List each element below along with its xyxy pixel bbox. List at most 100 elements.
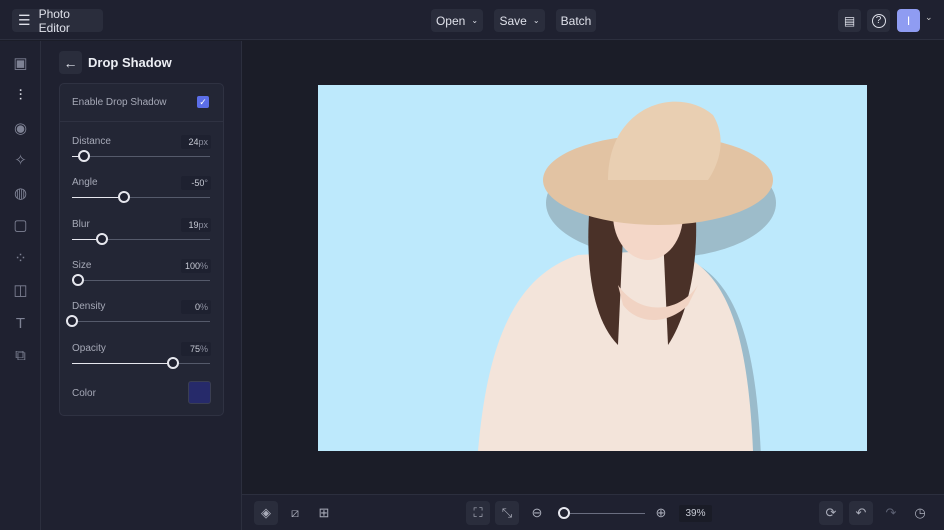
- slider-track[interactable]: [72, 232, 210, 245]
- slider-value-field[interactable]: -50°: [181, 176, 211, 191]
- chevron-down-icon: ⌄: [532, 16, 540, 25]
- layers-button[interactable]: ◈: [254, 501, 278, 525]
- drop-shadow-card: Enable Drop Shadow ✓ Distance 24px Angle…: [59, 83, 224, 416]
- slider-value-field[interactable]: 0%: [181, 300, 211, 315]
- slider-track[interactable]: [72, 191, 210, 204]
- fit-screen-button[interactable]: ⛶: [466, 501, 490, 525]
- slider-knob[interactable]: [66, 315, 78, 328]
- slider-value: 19: [188, 219, 199, 230]
- tool-rail: ▣ ⫶ ◉ ✧ ◍ ▢ ⁘ ◫ T ⧉: [0, 41, 41, 530]
- slider-value-field[interactable]: 100%: [181, 258, 211, 273]
- slider-label: Distance: [72, 136, 111, 147]
- slider-track[interactable]: [72, 150, 210, 162]
- image-canvas[interactable]: [318, 85, 867, 451]
- slider-value-field[interactable]: 24px: [181, 135, 211, 149]
- top-bar: ☰ Photo Editor Open ⌄ Save ⌄ Batch ▤ ? I ⌄: [0, 0, 944, 40]
- feedback-button[interactable]: ▤: [838, 9, 861, 32]
- zoom-slider[interactable]: [558, 507, 645, 519]
- crop-button[interactable]: ⧄: [283, 501, 307, 525]
- slider-unit: px: [198, 137, 208, 147]
- zoom-slider-knob[interactable]: [558, 507, 571, 519]
- text-icon[interactable]: T: [12, 315, 29, 332]
- actual-size-button[interactable]: ⤡: [495, 501, 519, 525]
- comment-icon: ▤: [843, 13, 856, 28]
- slider-knob[interactable]: [118, 191, 131, 204]
- save-button[interactable]: Save ⌄: [494, 9, 545, 32]
- back-button[interactable]: ←: [59, 51, 82, 74]
- slider-track[interactable]: [71, 273, 210, 286]
- slider-value: 24: [188, 137, 199, 147]
- redo-icon: ↷: [885, 505, 897, 520]
- slider-label: Size: [72, 259, 92, 271]
- undo-icon: ↶: [855, 505, 867, 520]
- divider: [60, 121, 223, 122]
- batch-label: Batch: [560, 13, 592, 28]
- slider-unit: %: [199, 302, 208, 313]
- slider-unit: °: [204, 178, 208, 189]
- layers-icon: ◈: [261, 505, 271, 520]
- photo-subject: [478, 101, 776, 451]
- panel-title: Drop Shadow: [88, 55, 172, 70]
- slider-label: Blur: [72, 218, 90, 230]
- slider-fill: [72, 197, 125, 199]
- undo-button[interactable]: ↶: [849, 501, 873, 525]
- zoom-out-button[interactable]: ⊖: [525, 501, 549, 525]
- color-swatch[interactable]: [188, 381, 211, 404]
- color-label: Color: [72, 388, 96, 399]
- slider-value-field[interactable]: 75%: [181, 341, 211, 356]
- zoom-in-button[interactable]: ⊕: [649, 501, 673, 525]
- avatar-initial: I: [906, 13, 911, 28]
- save-label: Save: [499, 13, 527, 28]
- overlay-icon[interactable]: ⧉: [12, 347, 29, 364]
- slider-track[interactable]: [66, 315, 210, 328]
- slider-value: -50: [191, 178, 205, 189]
- slider-knob[interactable]: [78, 150, 91, 162]
- crop-icon: ⧄: [290, 505, 300, 520]
- app-title: Photo Editor: [38, 6, 70, 35]
- open-button[interactable]: Open ⌄: [431, 9, 483, 32]
- help-button[interactable]: ?: [867, 9, 890, 32]
- effects-icon[interactable]: ✧: [12, 152, 29, 169]
- eye-icon[interactable]: ◉: [12, 120, 29, 137]
- help-icon: ?: [871, 13, 886, 28]
- arrow-left-icon: ←: [63, 54, 78, 71]
- slider-fill: [72, 362, 173, 364]
- expand-icon: ⛶: [473, 505, 483, 520]
- slider-unit: %: [199, 343, 208, 354]
- user-avatar[interactable]: I: [897, 9, 920, 32]
- shapes-icon[interactable]: ⁘: [12, 250, 29, 267]
- enable-checkbox[interactable]: ✓: [197, 96, 209, 108]
- slider-knob[interactable]: [96, 232, 109, 245]
- slider-value: 100: [184, 260, 200, 271]
- zoom-in-icon: ⊕: [655, 505, 667, 520]
- adjustments-icon[interactable]: ⫶: [12, 87, 29, 104]
- redo-button[interactable]: ↷: [879, 501, 903, 525]
- frame-icon[interactable]: ▢: [12, 217, 29, 234]
- border-icon[interactable]: ◫: [12, 282, 29, 299]
- slider-label: Density: [72, 301, 106, 313]
- slider-track[interactable]: [72, 356, 210, 369]
- slider-knob[interactable]: [166, 356, 179, 369]
- batch-button[interactable]: Batch: [556, 9, 596, 32]
- grid-button[interactable]: ⊞: [312, 501, 336, 525]
- settings-panel: ← Drop Shadow Enable Drop Shadow ✓ Dista…: [41, 41, 242, 530]
- slider-label: Opacity: [72, 342, 106, 354]
- hamburger-icon: ☰: [18, 12, 31, 28]
- refresh-icon: ⟳: [825, 505, 837, 520]
- image-icon[interactable]: ▣: [12, 55, 29, 72]
- chevron-down-icon[interactable]: ⌄: [925, 12, 933, 23]
- slider-value: 75: [189, 343, 200, 354]
- slider-unit: px: [198, 219, 208, 230]
- zoom-value[interactable]: 39%: [679, 505, 712, 522]
- open-label: Open: [435, 13, 466, 28]
- app-menu-button[interactable]: ☰ Photo Editor: [12, 6, 103, 35]
- shrink-icon: ⤡: [501, 505, 513, 520]
- history-button[interactable]: ◷: [908, 501, 932, 525]
- palette-icon[interactable]: ◍: [12, 185, 29, 202]
- reset-button[interactable]: ⟳: [819, 501, 843, 525]
- slider-knob[interactable]: [71, 273, 84, 286]
- slider-unit: %: [199, 260, 208, 271]
- grid-icon: ⊞: [318, 505, 330, 520]
- slider-value-field[interactable]: 19px: [181, 217, 211, 232]
- history-icon: ◷: [914, 505, 926, 520]
